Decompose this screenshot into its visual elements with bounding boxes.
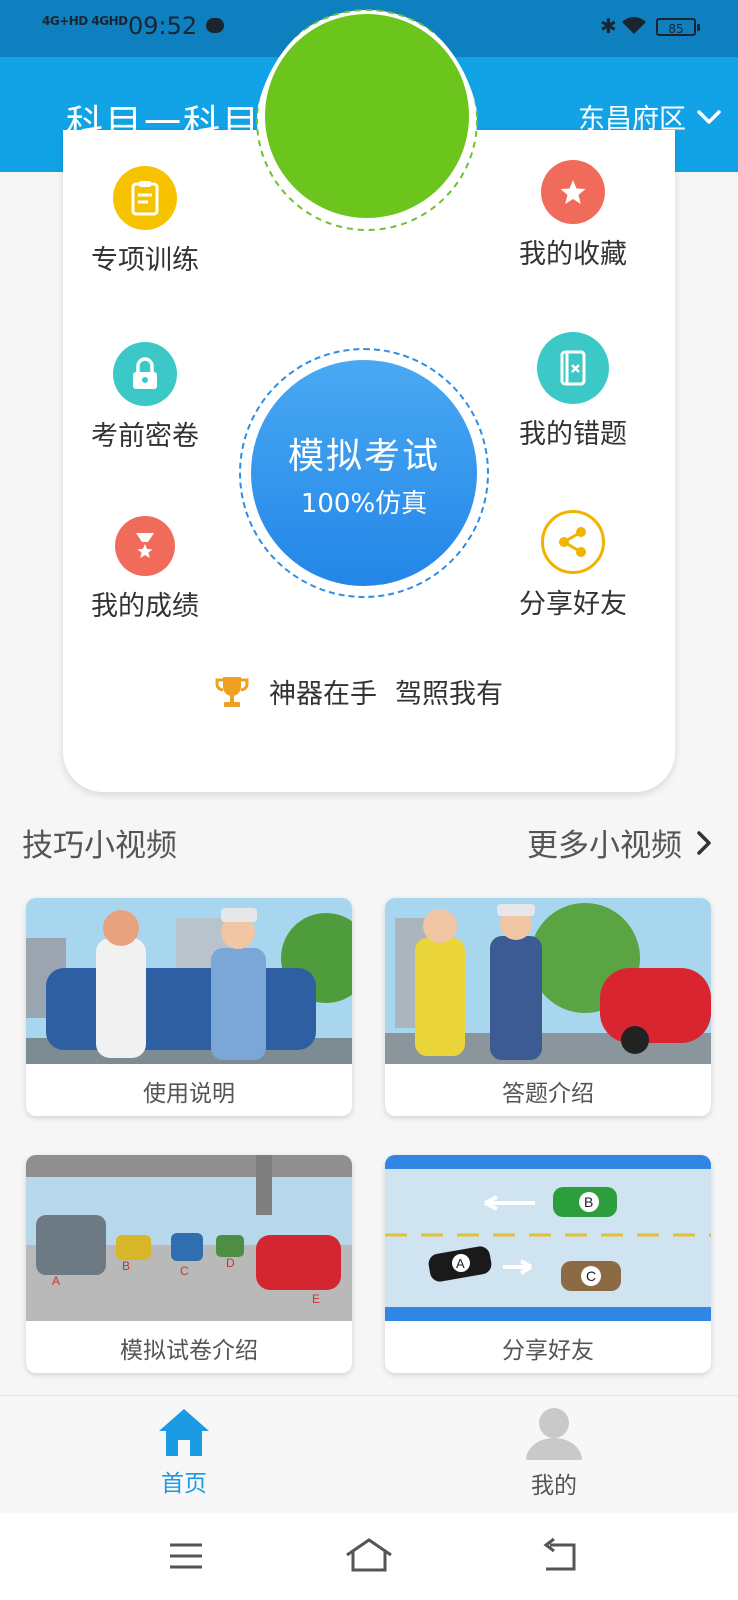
feature-card: 专项训练 我的收藏 考前密卷 我的错题 我的成绩 分享好友 模拟考试 100%仿…	[63, 9, 675, 792]
videos-section-header: 技巧小视频 更多小视频	[0, 812, 738, 872]
battery-indicator: 85	[656, 18, 700, 36]
back-icon[interactable]	[540, 1537, 580, 1573]
notebook-icon	[537, 332, 609, 404]
system-nav-bar	[0, 1513, 738, 1600]
video-caption: 答题介绍	[502, 1081, 594, 1107]
mock-exam-subtitle: 100%仿真	[300, 488, 428, 519]
road-car-label: B	[584, 1194, 593, 1210]
more-videos-link[interactable]: 更多小视频	[527, 820, 712, 865]
practice-ball[interactable]	[253, 6, 481, 288]
wifi-icon	[622, 17, 646, 34]
lane-car-label: D	[226, 1256, 235, 1270]
mock-exam-ring: 模拟考试 100%仿真	[239, 348, 489, 598]
video-caption: 模拟试卷介绍	[120, 1338, 258, 1364]
video-card[interactable]: A B C D E 模拟试卷介绍	[26, 1155, 352, 1373]
bluetooth-icon: ✱	[600, 14, 617, 38]
slogan: 神器在手 驾照我有	[213, 672, 503, 711]
lock-icon	[113, 342, 177, 406]
mock-exam-title: 模拟考试	[287, 435, 440, 477]
tab-home-label: 首页	[161, 1471, 207, 1497]
video-caption: 使用说明	[143, 1081, 235, 1107]
my-scores-label: 我的成绩	[91, 591, 199, 622]
slogan-part1: 神器在手	[269, 679, 377, 710]
video-card[interactable]: B A C 分享好友	[385, 1155, 711, 1373]
chevron-right-icon	[697, 830, 711, 855]
secret-papers-label: 考前密卷	[91, 421, 199, 452]
status-time: 09:52	[128, 12, 198, 40]
share-friends-button[interactable]: 分享好友	[519, 510, 627, 621]
video-thumbnail: A B C D E	[26, 1155, 352, 1321]
bottom-tab-bar: 首页 我的	[0, 1395, 738, 1514]
share-friends-label: 分享好友	[519, 589, 627, 620]
slogan-part2: 驾照我有	[395, 679, 503, 710]
tab-mine[interactable]: 我的	[494, 1406, 614, 1500]
lane-car-label: C	[180, 1264, 189, 1278]
medal-icon	[115, 516, 175, 576]
mock-exam-button[interactable]: 模拟考试 100%仿真	[251, 360, 477, 586]
videos-section-title: 技巧小视频	[22, 828, 177, 864]
video-thumbnail: B A C	[385, 1155, 711, 1321]
tab-home[interactable]: 首页	[124, 1406, 244, 1498]
wrong-questions-button[interactable]: 我的错题	[519, 332, 627, 451]
user-icon	[526, 1408, 582, 1460]
wrong-questions-label: 我的错题	[519, 419, 627, 450]
star-icon	[541, 160, 605, 224]
video-caption: 分享好友	[502, 1338, 594, 1364]
chevron-down-icon	[697, 109, 721, 124]
menu-icon[interactable]	[168, 1541, 204, 1571]
video-card[interactable]: 使用说明	[26, 898, 352, 1116]
clipboard-icon	[113, 166, 177, 230]
more-videos-label: 更多小视频	[527, 828, 682, 864]
special-training-button[interactable]: 专项训练	[91, 166, 199, 277]
secret-papers-button[interactable]: 考前密卷	[91, 342, 199, 453]
share-icon	[541, 510, 605, 574]
lane-car-label: A	[52, 1274, 60, 1288]
video-thumbnail	[26, 898, 352, 1064]
favorites-button[interactable]: 我的收藏	[519, 160, 627, 271]
road-car-label: C	[586, 1268, 596, 1284]
home-nav-icon[interactable]	[344, 1537, 394, 1573]
home-icon	[159, 1409, 209, 1456]
message-icon	[206, 18, 224, 33]
tab-mine-label: 我的	[531, 1473, 577, 1499]
signal-indicator: 4G+HD 4GHD	[42, 14, 128, 28]
trophy-icon	[215, 676, 249, 707]
video-thumbnail	[385, 898, 711, 1064]
special-training-label: 专项训练	[91, 245, 199, 276]
my-scores-button[interactable]: 我的成绩	[91, 516, 199, 623]
lane-car-label: E	[312, 1292, 320, 1306]
video-card[interactable]: 答题介绍	[385, 898, 711, 1116]
favorites-label: 我的收藏	[519, 239, 627, 270]
lane-car-label: B	[122, 1259, 130, 1273]
road-car-label: A	[456, 1256, 465, 1271]
